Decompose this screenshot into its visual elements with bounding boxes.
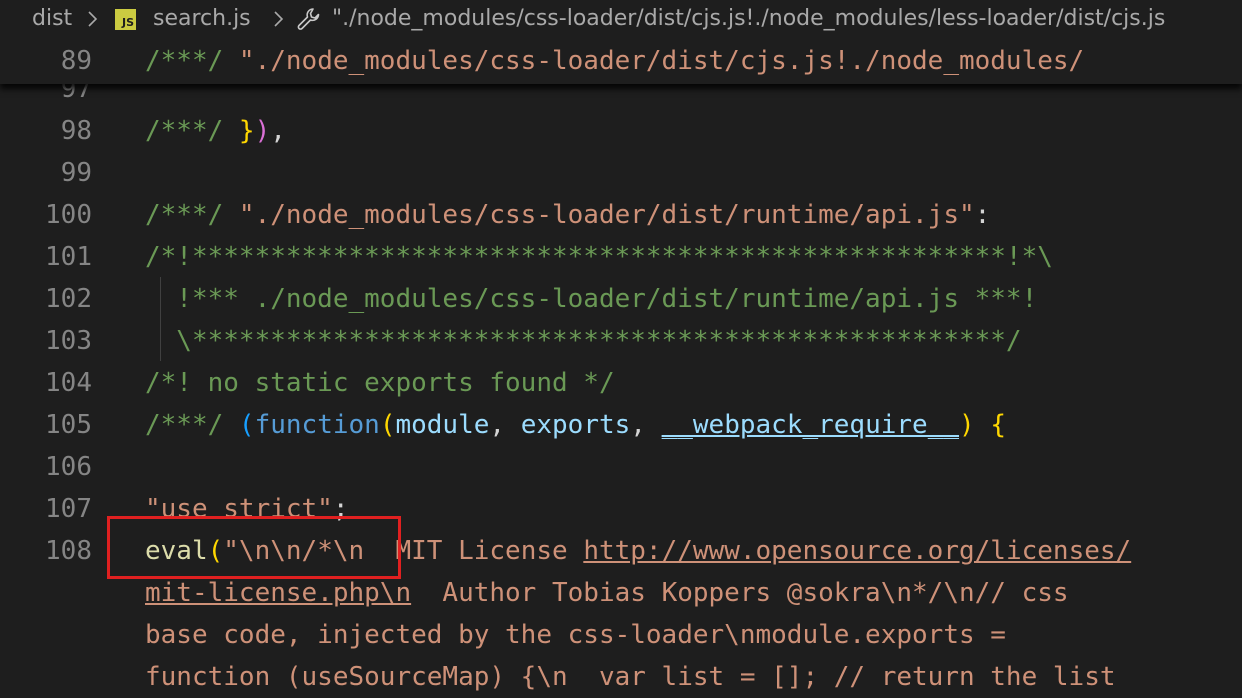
comment-token: /***/	[145, 200, 239, 230]
punctuation-token: ,	[270, 116, 286, 146]
paren-token: (	[238, 410, 255, 440]
paren-token: )	[959, 410, 975, 440]
code-line: /***/ "./node_modules/css-loader/dist/ru…	[145, 194, 990, 236]
code-line: /***/ (function(module, exports, __webpa…	[145, 404, 1006, 446]
link[interactable]: http://www.opensource.org/licenses/	[583, 536, 1131, 566]
code-line: /*! no static exports found */	[145, 368, 615, 398]
punctuation-token: ,	[630, 410, 662, 440]
breadcrumb-module-path[interactable]: "./node_modules/css-loader/dist/cjs.js!.…	[332, 5, 1165, 33]
link[interactable]: mit-license.php\n	[145, 578, 411, 608]
line-number: 89	[60, 46, 92, 76]
chevron-right-icon	[274, 11, 284, 27]
string-token: "./node_modules/css-loader/dist/cjs.js!.…	[238, 46, 1085, 76]
param-token: exports	[520, 410, 631, 440]
line-number: 105	[45, 410, 92, 440]
punctuation-token: :	[974, 200, 991, 230]
line-number: 100	[45, 200, 92, 230]
param-token: __webpack_require__	[661, 410, 960, 440]
wrench-icon	[297, 8, 320, 30]
line-number: 106	[45, 452, 92, 482]
highlight-box	[107, 516, 401, 579]
line-number: 104	[45, 368, 92, 398]
javascript-file-icon: JS	[115, 9, 136, 30]
param-token: module	[395, 410, 490, 440]
code-line: /***/ }),	[145, 110, 286, 152]
code-line: /***/ "./node_modules/css-loader/dist/cj…	[145, 40, 1084, 82]
breadcrumb-folder[interactable]: dist	[32, 5, 72, 33]
string-token: Author Tobias Koppers @sokra\n*/\n// css	[411, 578, 1069, 608]
line-number: 108	[45, 536, 92, 566]
code-editor[interactable]: 97 98 /***/ }), 99 100 /***/ "./node_mod…	[0, 0, 1242, 698]
keyword-token: function	[254, 410, 380, 440]
brace-token: {	[990, 410, 1006, 440]
line-number: 98	[60, 116, 92, 146]
sticky-scroll-line[interactable]: 89 /***/ "./node_modules/css-loader/dist…	[0, 38, 1242, 84]
line-number: 102	[45, 284, 92, 314]
line-number: 99	[60, 158, 92, 188]
code-line-wrap: function (useSourceMap) {\n var list = […	[145, 662, 1116, 692]
code-line: !*** ./node_modules/css-loader/dist/runt…	[145, 284, 1038, 314]
breadcrumb-file[interactable]: search.js	[153, 5, 251, 33]
code-line: /*!*************************************…	[145, 242, 1053, 272]
comment-token: /***/	[145, 116, 239, 146]
brace-token: }	[238, 116, 255, 146]
code-line-wrap: base code, injected by the css-loader\nm…	[145, 620, 1006, 650]
line-number: 107	[45, 494, 92, 524]
punctuation-token: ,	[489, 410, 521, 440]
comment-token: /***/	[145, 46, 239, 76]
chevron-right-icon	[88, 11, 98, 27]
breadcrumb: dist JS search.js "./node_modules/css-lo…	[0, 0, 1242, 38]
paren-token: )	[254, 116, 271, 146]
line-number: 101	[45, 242, 92, 272]
line-number: 103	[45, 326, 92, 356]
comment-token: /***/	[145, 410, 239, 440]
string-token: "./node_modules/css-loader/dist/runtime/…	[238, 200, 975, 230]
paren-token: (	[379, 410, 396, 440]
code-line: \***************************************…	[145, 326, 1022, 356]
